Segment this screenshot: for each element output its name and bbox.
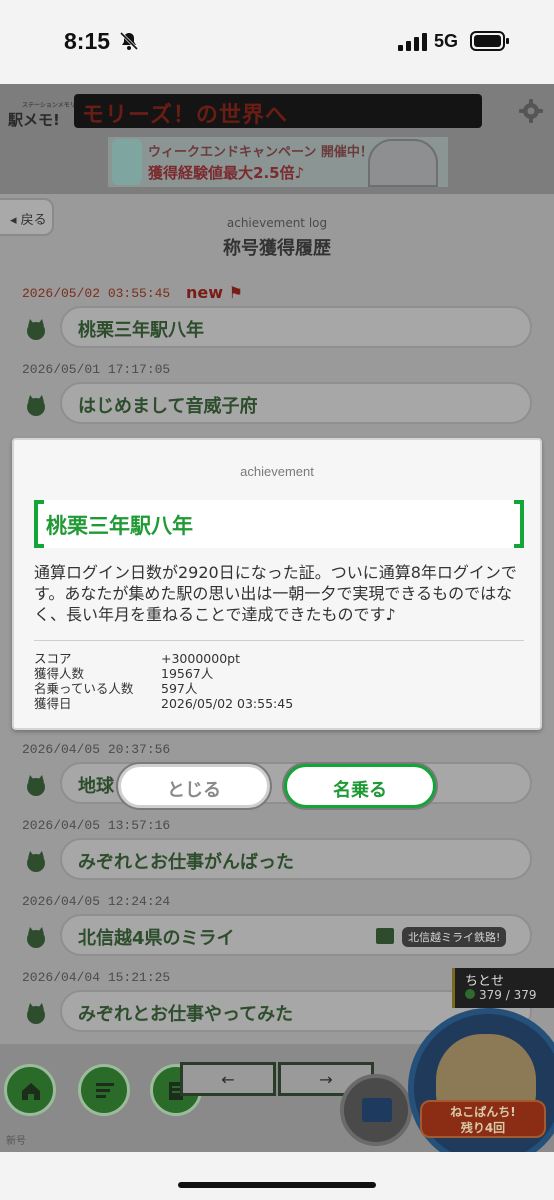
briefcase-icon bbox=[362, 1098, 392, 1122]
signal-icon bbox=[398, 33, 427, 51]
cat-icon bbox=[27, 851, 45, 872]
list-button[interactable] bbox=[78, 1064, 130, 1116]
network-type: 5G bbox=[434, 31, 459, 51]
stat-value: 19567人 bbox=[161, 666, 214, 681]
logo-text: 駅メモ! bbox=[8, 111, 60, 129]
entry-name: みぞれとお仕事がんばった bbox=[78, 852, 294, 873]
campaign-banner[interactable]: ウィークエンドキャンペーン 開催中！ 獲得経験値最大2.5倍♪ bbox=[108, 137, 448, 187]
entry-date: 2026/04/05 13:57:16 bbox=[22, 818, 171, 833]
page-subtitle: achievement log bbox=[226, 216, 328, 230]
flag-icon: ⚑ bbox=[228, 283, 243, 302]
entry-date: 2026/05/02 03:55:45 bbox=[22, 286, 171, 301]
stat-value: 2026/05/02 03:55:45 bbox=[161, 696, 294, 711]
claim-title-button[interactable]: 名乗る bbox=[284, 764, 436, 808]
stat-value: +3000000pt bbox=[161, 651, 240, 666]
new-badge: new ⚑ bbox=[186, 283, 243, 302]
entry-date: 2026/04/04 15:21:25 bbox=[22, 970, 171, 985]
stat-label: 名乗っている人数 bbox=[34, 681, 134, 696]
entry-date: 2026/04/05 12:24:24 bbox=[22, 894, 171, 909]
news-ticker[interactable]: モリーズ！の世界へ bbox=[74, 94, 482, 128]
home-button[interactable] bbox=[4, 1064, 56, 1116]
rail-badge: 北信越ミライ鉄路! bbox=[372, 924, 520, 947]
ticker-text: モリーズ！の世界へ bbox=[82, 103, 288, 128]
home-bar bbox=[0, 1152, 554, 1200]
status-time: 8:15 bbox=[64, 28, 111, 54]
entry-name: 地球 bbox=[78, 776, 114, 797]
page-title: 称号獲得履歴 bbox=[223, 238, 331, 259]
cat-icon bbox=[27, 1003, 45, 1024]
image-icon bbox=[376, 928, 394, 944]
character-status[interactable]: ちとせ 379 / 379 bbox=[452, 968, 554, 1008]
banner-line-1: ウィークエンドキャンペーン 開催中！ bbox=[148, 145, 373, 160]
cat-icon bbox=[27, 775, 45, 796]
cat-icon bbox=[27, 395, 45, 416]
new-label: new bbox=[186, 283, 224, 302]
bracket-right bbox=[514, 500, 524, 548]
app-header: ステーションメモリーズ! 駅メモ! モリーズ！の世界へ ウィークエンドキャンペー… bbox=[0, 84, 554, 194]
stat-label: 獲得日 bbox=[34, 696, 72, 711]
achievement-title-frame: 桃栗三年駅八年 bbox=[34, 500, 524, 548]
battery-icon bbox=[470, 31, 509, 51]
banner-character-image bbox=[368, 139, 438, 187]
list-item[interactable]: 桃栗三年駅八年 bbox=[60, 306, 532, 348]
nav-caption: 新号 bbox=[6, 1136, 26, 1147]
cat-icon bbox=[27, 319, 45, 340]
bracket-left bbox=[34, 500, 44, 548]
achievement-description: 通算ログイン日数が2920日になった証。ついに通算8年ログインです。あなたが集め… bbox=[34, 563, 517, 624]
status-bar: 8:15 5G bbox=[0, 0, 554, 84]
bell-off-icon bbox=[119, 31, 139, 51]
arrow-right-icon: → bbox=[319, 1070, 333, 1089]
entry-name: 桃栗三年駅八年 bbox=[78, 320, 204, 341]
character-hp: 379 / 379 bbox=[479, 988, 537, 1002]
list-item[interactable]: はじめまして音威子府 bbox=[60, 382, 532, 424]
arrow-left-icon: ← bbox=[221, 1070, 235, 1089]
character-name: ちとせ bbox=[465, 974, 505, 989]
list-icon bbox=[96, 1083, 114, 1098]
cat-icon bbox=[27, 927, 45, 948]
close-button[interactable]: とじる bbox=[118, 764, 270, 808]
gear-icon[interactable] bbox=[518, 98, 544, 124]
banner-line-2: 獲得経験値最大2.5倍♪ bbox=[148, 164, 305, 182]
entry-date: 2026/04/05 20:37:56 bbox=[22, 742, 171, 757]
home-icon bbox=[22, 1083, 40, 1100]
neko-punch-button[interactable]: ねこぱんち! 残り4回 bbox=[420, 1100, 546, 1138]
entry-name: はじめまして音威子府 bbox=[78, 396, 258, 417]
hp-dot-icon bbox=[465, 989, 475, 999]
achievement-modal: achievement 桃栗三年駅八年 通算ログイン日数が2920日になった証。… bbox=[12, 438, 542, 730]
prev-page-button[interactable]: ← bbox=[180, 1062, 276, 1096]
briefcase-button[interactable] bbox=[340, 1074, 412, 1146]
stat-label: スコア bbox=[34, 651, 72, 666]
rail-badge-label: 北信越ミライ鉄路! bbox=[402, 927, 507, 947]
achievement-title: 桃栗三年駅八年 bbox=[46, 514, 193, 538]
modal-header: achievement bbox=[240, 464, 314, 479]
entry-date: 2026/05/01 17:17:05 bbox=[22, 362, 171, 377]
entry-name: みぞれとお仕事やってみた bbox=[78, 1004, 294, 1025]
app-logo[interactable]: ステーションメモリーズ! 駅メモ! bbox=[8, 100, 91, 140]
list-item[interactable]: みぞれとお仕事がんばった bbox=[60, 838, 532, 880]
stat-value: 597人 bbox=[161, 681, 198, 696]
home-indicator[interactable] bbox=[178, 1182, 376, 1188]
entry-name: 北信越4県のミライ bbox=[78, 928, 235, 949]
banner-decoration bbox=[112, 139, 142, 185]
logo-sub: ステーションメモリーズ! bbox=[22, 102, 91, 109]
stat-label: 獲得人数 bbox=[34, 666, 85, 681]
neko-punch-remaining: 残り4回 bbox=[460, 1121, 506, 1135]
neko-punch-label: ねこぱんち! bbox=[450, 1105, 516, 1119]
divider bbox=[34, 640, 524, 641]
